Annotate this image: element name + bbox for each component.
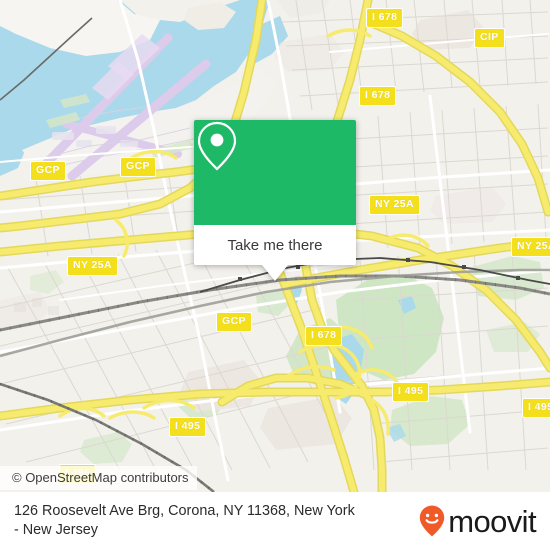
- road-shield[interactable]: I 678: [359, 86, 397, 106]
- address-line-2: - New Jersey: [14, 522, 98, 538]
- location-popup-card[interactable]: Take me there: [194, 120, 356, 281]
- road-shield[interactable]: I 678: [366, 8, 404, 28]
- map-canvas[interactable]: I 678 CIP I 678 GCP GCP NY 25A NY 25A NY…: [0, 0, 550, 492]
- footer-bar: 126 Roosevelt Ave Brg, Corona, NY 11368,…: [0, 492, 550, 550]
- road-shield[interactable]: NY 25A: [369, 195, 420, 215]
- address-text: 126 Roosevelt Ave Brg, Corona, NY 11368,…: [14, 502, 419, 541]
- road-shield[interactable]: GCP: [120, 157, 156, 177]
- moovit-map-screenshot: I 678 CIP I 678 GCP GCP NY 25A NY 25A NY…: [0, 0, 550, 550]
- moovit-wordmark: moovit: [448, 503, 536, 539]
- road-shield[interactable]: GCP: [216, 312, 252, 332]
- map-attribution[interactable]: © OpenStreetMap contributors: [0, 466, 197, 490]
- address-line-1: 126 Roosevelt Ave Brg, Corona, NY 11368,…: [14, 502, 355, 519]
- road-shield[interactable]: GCP: [30, 161, 66, 181]
- road-shield[interactable]: NY 25A: [67, 256, 118, 276]
- road-shield[interactable]: I 495: [522, 398, 550, 418]
- take-me-there-label: Take me there: [227, 236, 323, 254]
- moovit-pin-smiley-icon: [420, 505, 445, 537]
- road-shield[interactable]: NY 25A: [511, 237, 550, 257]
- popup-icon-panel: [194, 120, 356, 225]
- moovit-logo[interactable]: moovit: [419, 503, 537, 539]
- map-pin-icon: [197, 121, 237, 171]
- road-shield[interactable]: I 495: [392, 382, 430, 402]
- road-shield[interactable]: I 495: [169, 417, 207, 437]
- road-shield[interactable]: I 678: [305, 326, 343, 346]
- take-me-there-button[interactable]: Take me there: [194, 225, 356, 265]
- popup-pointer: [262, 265, 288, 281]
- road-shield[interactable]: CIP: [474, 28, 505, 48]
